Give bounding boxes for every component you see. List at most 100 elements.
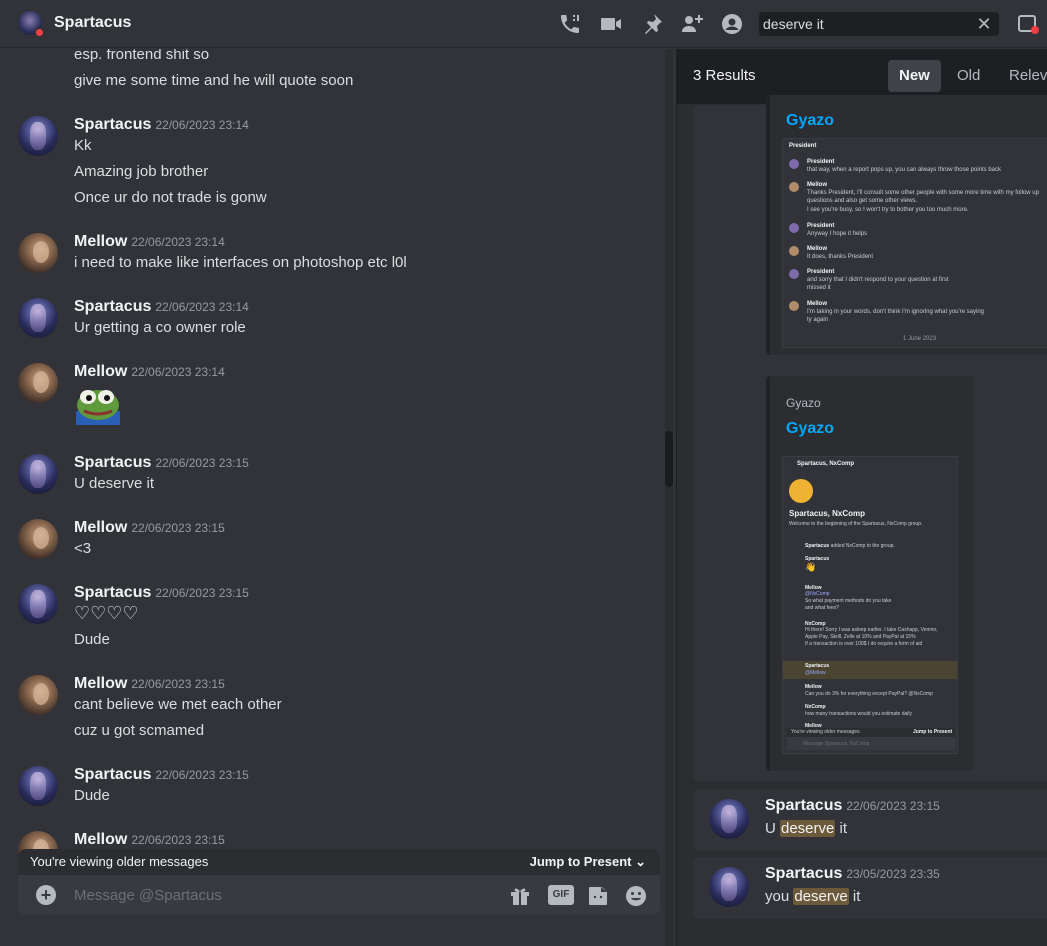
older-messages-bar: You're viewing older messages Jump to Pr…: [18, 849, 660, 875]
scrollbar-thumb[interactable]: [665, 431, 673, 487]
jump-to-present-label: Jump to Present: [529, 854, 632, 869]
add-attachment-icon[interactable]: +: [36, 885, 56, 905]
search-result[interactable]: Spartacus 23/05/2023 23:35 you deserve it: [693, 857, 1047, 919]
result-text: U deserve it: [765, 820, 847, 837]
emoji-icon[interactable]: [624, 884, 648, 908]
username[interactable]: Mellow: [74, 675, 127, 692]
username[interactable]: Mellow: [74, 233, 127, 250]
message-input[interactable]: [74, 883, 474, 907]
thumb-line: I see you're busy, so I won't try to bot…: [807, 207, 969, 213]
thumb-avatar: [789, 223, 799, 233]
search-results-panel: 3 Results New Old Relevant Gyazo Preside…: [677, 49, 1047, 946]
timestamp: 22/06/2023 23:15: [846, 799, 940, 813]
timestamp: 22/06/2023 23:15: [131, 677, 225, 691]
username[interactable]: Spartacus: [74, 766, 151, 783]
gift-icon[interactable]: [508, 884, 532, 908]
tab-old[interactable]: Old: [946, 60, 991, 92]
thumb-name: President: [807, 269, 835, 275]
avatar[interactable]: [18, 454, 58, 494]
thumb-line: Thanks President, I'll consult some othe…: [807, 190, 1039, 196]
results-count: 3 Results: [693, 67, 756, 84]
dm-title: Spartacus: [54, 14, 132, 31]
thumb-name: President: [807, 223, 835, 229]
chevron-down-icon: ⌄: [635, 854, 646, 869]
search-result[interactable]: Gyazo President President that way, when…: [693, 95, 1047, 781]
group-icon: [789, 479, 813, 503]
thumb-line: If a transaction is over 100$ I do requi…: [805, 641, 923, 647]
thumb-name: President: [807, 159, 835, 165]
search-box[interactable]: ✕: [759, 12, 999, 36]
gyazo-embed: Gyazo President President that way, when…: [766, 95, 1047, 355]
thumb-line: 👋: [805, 562, 817, 572]
dnd-status-icon: [34, 27, 45, 38]
inbox-icon[interactable]: [1016, 12, 1040, 36]
username[interactable]: Mellow: [74, 519, 127, 536]
video-call-icon[interactable]: [599, 12, 623, 36]
thumb-line: So what payment methods do you take: [805, 598, 892, 604]
message-text: i need to make like interfaces on photos…: [74, 254, 407, 271]
username[interactable]: Spartacus: [74, 116, 151, 133]
thumb-line: @NxComp: [805, 591, 830, 597]
avatar[interactable]: [18, 766, 58, 806]
result-text-after: it: [835, 820, 848, 837]
embed-title[interactable]: Gyazo: [786, 112, 834, 130]
thumb-avatar: [789, 301, 799, 311]
tab-new[interactable]: New: [888, 60, 941, 92]
thumb-avatar: [789, 246, 799, 256]
thumb-header: Spartacus, NxComp: [797, 461, 855, 467]
thumb-line: @Mellow: [805, 670, 826, 676]
timestamp: 22/06/2023 23:15: [155, 586, 249, 600]
username[interactable]: Spartacus: [74, 454, 151, 471]
gif-button[interactable]: GIF: [548, 885, 574, 905]
thumb-name: NxComp: [805, 704, 826, 710]
embed-screenshot[interactable]: President President that way, when a rep…: [782, 138, 1047, 348]
tab-relevant[interactable]: Relevant: [998, 60, 1047, 92]
embed-title[interactable]: Gyazo: [786, 420, 834, 438]
avatar[interactable]: [18, 519, 58, 559]
timestamp: 22/06/2023 23:15: [155, 456, 249, 470]
jump-to-present-button[interactable]: Jump to Present ⌄: [530, 854, 646, 870]
thumb-line: how many transactions would you estimate…: [805, 711, 912, 717]
username[interactable]: Mellow: [74, 831, 127, 848]
thumb-avatar: [789, 269, 799, 279]
thumb-line: I'm taking in your words, don't think I'…: [807, 309, 984, 315]
thumb-avatar: [789, 159, 799, 169]
thumb-line: that way, when a report pops up, you can…: [807, 167, 1001, 173]
username[interactable]: Spartacus: [74, 584, 151, 601]
gyazo-embed: Gyazo Gyazo Spartacus, NxComp Spartacus,…: [766, 376, 974, 771]
thumb-line: Hi there! Sorry I was asleep earlier. I …: [805, 627, 938, 633]
thumb-avatar: [789, 182, 799, 192]
thumb-line: and sorry that I didn't respond to your …: [807, 277, 949, 283]
voice-call-icon[interactable]: [558, 12, 582, 36]
avatar[interactable]: [18, 584, 58, 624]
scrollbar-track[interactable]: [665, 49, 673, 946]
user-profile-icon[interactable]: [720, 12, 744, 36]
message-text: Dude: [74, 631, 110, 648]
avatar: [709, 867, 749, 907]
channel-header: Spartacus ✕: [0, 0, 1047, 48]
username: Spartacus: [765, 865, 843, 882]
thumb-line: added NxComp to the group.: [830, 543, 895, 549]
avatar[interactable]: [18, 298, 58, 338]
avatar[interactable]: [18, 233, 58, 273]
username[interactable]: Mellow: [74, 363, 127, 380]
search-input[interactable]: [763, 12, 973, 36]
timestamp: 22/06/2023 23:14: [155, 118, 249, 132]
timestamp: 22/06/2023 23:14: [131, 235, 225, 249]
result-text: you deserve it: [765, 888, 860, 905]
thumb-date: 1 June 2023: [903, 336, 937, 342]
pin-icon[interactable]: [640, 12, 664, 36]
embed-screenshot[interactable]: Spartacus, NxComp Spartacus, NxComp Welc…: [782, 456, 958, 754]
add-friends-to-dm-icon[interactable]: [680, 12, 704, 36]
avatar[interactable]: [18, 675, 58, 715]
avatar[interactable]: [18, 363, 58, 403]
older-messages-notice: You're viewing older messages: [30, 854, 209, 869]
username[interactable]: Spartacus: [74, 298, 151, 315]
sticker-icon[interactable]: [586, 884, 610, 908]
search-result[interactable]: Spartacus 22/06/2023 23:15 U deserve it: [693, 789, 1047, 851]
dm-avatar[interactable]: [18, 11, 45, 38]
avatar[interactable]: [18, 116, 58, 156]
timestamp: 22/06/2023 23:15: [131, 833, 225, 847]
thumb-older: You're viewing older messages: [791, 729, 860, 735]
close-icon[interactable]: ✕: [975, 15, 993, 33]
